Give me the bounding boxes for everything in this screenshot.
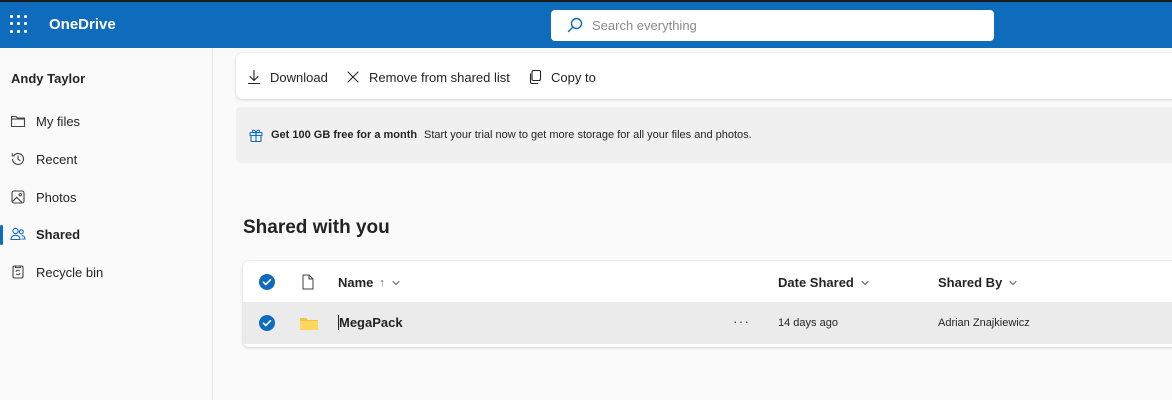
column-header-name[interactable]: Name ↑: [338, 275, 401, 290]
file-type-icon: [302, 274, 314, 290]
remove-label: Remove from shared list: [369, 69, 510, 85]
remove-from-shared-button[interactable]: Remove from shared list: [345, 67, 510, 87]
app-launcher-icon[interactable]: [10, 15, 28, 33]
sort-ascending-icon: ↑: [379, 276, 385, 289]
column-header-date-shared[interactable]: Date Shared: [778, 275, 870, 290]
date-shared: 14 days ago: [778, 317, 838, 329]
download-button[interactable]: Download: [246, 67, 328, 87]
sidebar-item-photos[interactable]: Photos: [0, 179, 212, 215]
recycle-bin-icon: [12, 265, 24, 279]
chevron-down-icon: [1009, 280, 1017, 285]
copy-to-label: Copy to: [551, 69, 596, 85]
column-header-shared-by[interactable]: Shared By: [938, 275, 1018, 290]
page-title: Shared with you: [243, 217, 390, 238]
banner-description: Start your trial now to get more storage…: [424, 129, 752, 141]
download-icon: [247, 69, 261, 85]
user-name: Andy Taylor: [11, 71, 86, 86]
shared-by-header-label: Shared By: [938, 275, 1003, 290]
sidebar-item-label: Shared: [36, 227, 81, 242]
shared-by: Adrian Znajkiewicz: [938, 317, 1030, 329]
top-bar: OneDrive: [0, 0, 1172, 48]
search-box[interactable]: [551, 10, 994, 41]
search-icon: [567, 17, 583, 33]
gift-icon: [249, 129, 263, 143]
history-icon: [11, 152, 25, 165]
table-row[interactable]: MegaPack ··· 14 days ago Adrian Znajkiew…: [243, 303, 1172, 344]
people-icon: [10, 227, 26, 241]
sidebar-item-label: Recent: [36, 152, 78, 167]
sidebar-item-label: Photos: [36, 190, 77, 205]
close-icon: [347, 71, 359, 83]
search-input[interactable]: [592, 16, 972, 34]
download-label: Download: [270, 69, 328, 85]
sidebar-item-recycle-bin[interactable]: Recycle bin: [0, 254, 212, 290]
date-header-label: Date Shared: [778, 275, 854, 290]
sidebar-item-label: Recycle bin: [36, 265, 104, 280]
copy-to-button[interactable]: Copy to: [527, 67, 596, 87]
sidebar-item-my-files[interactable]: My files: [0, 103, 212, 139]
folder-icon: [10, 115, 26, 128]
table-header: Name ↑ Date Shared Shared By: [243, 261, 1172, 303]
chevron-down-icon: [861, 280, 869, 285]
name-header-label: Name: [338, 275, 374, 290]
copy-icon: [529, 69, 542, 85]
checkmark-icon: [262, 278, 272, 286]
sidebar-item-shared[interactable]: Shared: [0, 216, 212, 252]
checkmark-icon: [262, 319, 272, 327]
row-checkbox[interactable]: [259, 315, 275, 331]
select-all-checkbox[interactable]: [259, 274, 275, 290]
sidebar-item-recent[interactable]: Recent: [0, 141, 212, 177]
sidebar: Andy Taylor My files Recent Photos Share…: [0, 48, 213, 400]
shared-files-table: Name ↑ Date Shared Shared By MegaPack ··…: [243, 261, 1172, 347]
active-indicator: [0, 225, 3, 245]
sidebar-item-label: My files: [36, 114, 81, 129]
more-options-icon[interactable]: ···: [733, 313, 750, 329]
image-icon: [11, 190, 25, 204]
chevron-down-icon: [392, 280, 400, 285]
app-name[interactable]: OneDrive: [49, 16, 116, 33]
file-name[interactable]: MegaPack: [338, 315, 403, 330]
storage-promo-banner[interactable]: Get 100 GB free for a month Start your t…: [236, 107, 1172, 163]
command-bar: Download Remove from shared list Copy to: [236, 53, 1172, 99]
folder-icon: [300, 318, 318, 330]
banner-title: Get 100 GB free for a month: [271, 129, 418, 141]
